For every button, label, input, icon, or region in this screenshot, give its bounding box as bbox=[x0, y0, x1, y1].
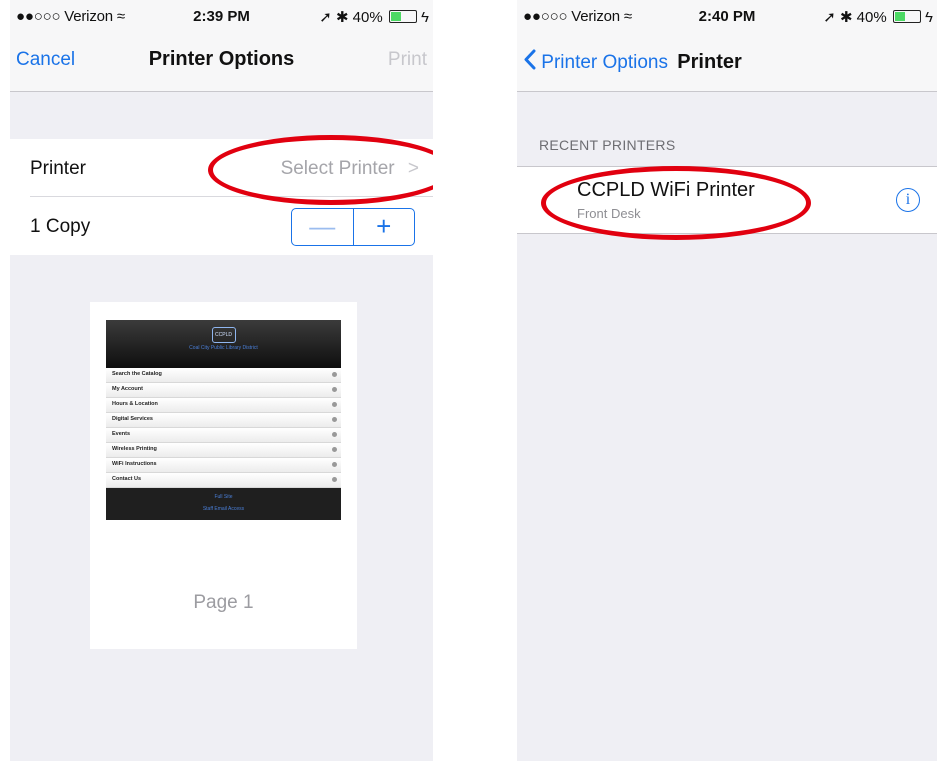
chevron-right-icon bbox=[332, 402, 337, 407]
preview-menu-item-label: Wireless Printing bbox=[112, 446, 157, 452]
preview-menu-item-label: WiFi Instructions bbox=[112, 461, 157, 467]
preview-menu-item: Hours & Location bbox=[106, 398, 341, 413]
printer-options-screen: ●●○○○ Verizon ≈ 2:39 PM ➚ ✱ 40% ϟ Cancel… bbox=[10, 0, 433, 761]
preview-menu-item: Digital Services bbox=[106, 413, 341, 428]
charging-icon: ϟ bbox=[925, 9, 933, 26]
library-name: Coal City Public Library District bbox=[189, 345, 258, 351]
status-bar: ●●○○○ Verizon ≈ 2:39 PM ➚ ✱ 40% ϟ bbox=[10, 0, 433, 30]
preview-footer: Full Site Staff Email Access bbox=[106, 488, 341, 520]
status-right: ➚ ✱ 40% ϟ bbox=[319, 8, 429, 26]
preview-menu: Search the Catalog My Account Hours & Loca… bbox=[106, 368, 341, 488]
location-bluetooth-battery-text: ➚ ✱ 40% bbox=[823, 9, 887, 26]
select-printer-text: Select Printer bbox=[280, 158, 395, 179]
increment-button[interactable]: + bbox=[354, 209, 415, 245]
preview-menu-item: Wireless Printing bbox=[106, 443, 341, 458]
navigation-bar: Printer Options Printer bbox=[517, 30, 937, 92]
chevron-right-icon bbox=[332, 462, 337, 467]
status-bar: ●●○○○ Verizon ≈ 2:40 PM ➚ ✱ 40% ϟ bbox=[517, 0, 937, 30]
preview-menu-item: My Account bbox=[106, 383, 341, 398]
library-logo: CCPLD bbox=[211, 327, 236, 343]
chevron-right-icon bbox=[332, 372, 337, 377]
preview-menu-item-label: Hours & Location bbox=[112, 401, 158, 407]
page-number-label: Page 1 bbox=[193, 592, 254, 613]
select-printer-value[interactable]: Select Printer > bbox=[281, 158, 419, 180]
printer-location: Front Desk bbox=[577, 206, 641, 221]
page-preview: CCPLD Coal City Public Library District … bbox=[90, 302, 357, 649]
chevron-right-icon bbox=[332, 387, 337, 392]
navigation-bar: Cancel Printer Options Print bbox=[10, 30, 433, 92]
info-icon[interactable]: i bbox=[896, 188, 920, 212]
chevron-right-icon bbox=[332, 417, 337, 422]
preview-page-thumbnail: CCPLD Coal City Public Library District … bbox=[106, 320, 341, 522]
preview-menu-item-label: Contact Us bbox=[112, 476, 142, 482]
page-title: Printer bbox=[677, 51, 742, 73]
status-right: ➚ ✱ 40% ϟ bbox=[823, 8, 933, 26]
chevron-right-icon bbox=[332, 477, 337, 482]
preview-menu-item-label: Search the Catalog bbox=[112, 371, 162, 377]
staff-email-link: Staff Email Access bbox=[202, 506, 245, 512]
back-button[interactable]: Printer Options Printer bbox=[523, 49, 742, 74]
copies-stepper: — + bbox=[291, 208, 415, 246]
preview-menu-item: Contact Us bbox=[106, 473, 341, 488]
chevron-right-icon bbox=[332, 447, 337, 452]
printer-list-item[interactable]: CCPLD WiFi Printer Front Desk i bbox=[517, 166, 937, 234]
decrement-button[interactable]: — bbox=[292, 209, 354, 245]
copies-row: 1 Copy — + bbox=[10, 197, 433, 255]
printer-name: CCPLD WiFi Printer bbox=[577, 179, 755, 201]
battery-icon bbox=[892, 10, 921, 23]
recent-printers-header: RECENT PRINTERS bbox=[539, 137, 676, 153]
chevron-left-icon bbox=[524, 49, 536, 70]
chevron-right-icon bbox=[332, 432, 337, 437]
page-title: Printer Options bbox=[148, 48, 295, 70]
battery-icon bbox=[388, 10, 417, 23]
printer-row[interactable]: Printer Select Printer > bbox=[10, 139, 433, 197]
preview-menu-item: WiFi Instructions bbox=[106, 458, 341, 473]
full-site-link: Full Site bbox=[214, 494, 233, 500]
preview-menu-item-label: Digital Services bbox=[112, 416, 153, 422]
printer-row-label: Printer bbox=[30, 158, 86, 179]
print-button[interactable]: Print bbox=[388, 49, 427, 71]
back-button-label: Printer Options bbox=[541, 52, 669, 73]
chevron-right-icon: > bbox=[407, 158, 419, 179]
preview-menu-item: Events bbox=[106, 428, 341, 443]
printer-selection-screen: ●●○○○ Verizon ≈ 2:40 PM ➚ ✱ 40% ϟ Printe… bbox=[517, 0, 937, 761]
charging-icon: ϟ bbox=[421, 9, 429, 26]
copies-label: 1 Copy bbox=[30, 216, 91, 237]
location-bluetooth-battery-text: ➚ ✱ 40% bbox=[319, 9, 383, 26]
preview-header: CCPLD Coal City Public Library District bbox=[106, 320, 341, 368]
preview-menu-item: Search the Catalog bbox=[106, 368, 341, 383]
preview-menu-item-label: Events bbox=[112, 431, 131, 437]
preview-menu-item-label: My Account bbox=[112, 386, 143, 392]
